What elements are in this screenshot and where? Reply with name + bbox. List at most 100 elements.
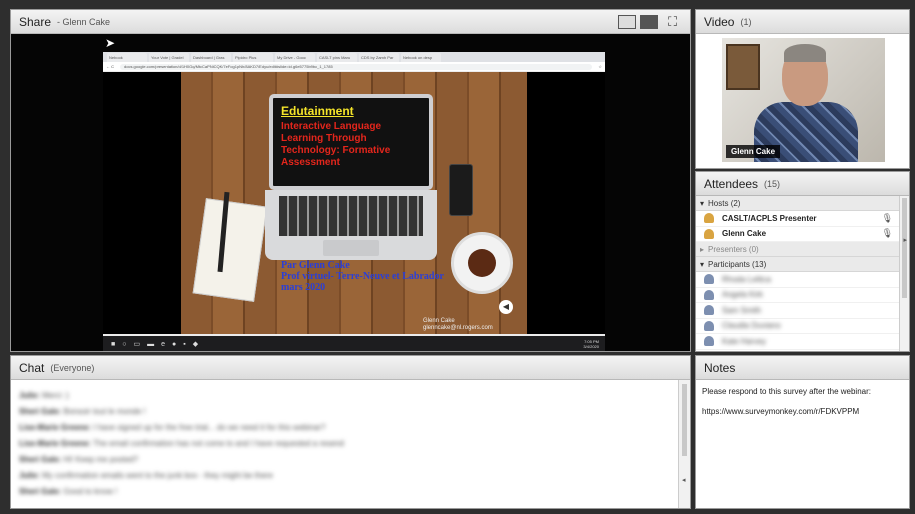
browser-url-bar: docs.google.com/presentation/d/1H0Gq/Mtc… <box>120 63 593 70</box>
chevron-down-icon: ▾ <box>700 198 705 208</box>
browser-tab[interactable]: My Drive - Gooc <box>275 53 315 62</box>
video-count: (1) <box>740 16 752 27</box>
browser-tab[interactable]: CDS by Zamh Par <box>359 53 399 62</box>
laptop-screen-image: Edutainment Interactive Language Learnin… <box>269 94 433 190</box>
notebook-image <box>192 198 268 302</box>
attendee-name: Sam Smith <box>722 305 762 315</box>
attendee-scrollbar[interactable]: ▸ <box>899 196 909 351</box>
survey-link[interactable]: https://www.surveymonkey.com/r/FDKVPPM <box>702 406 903 418</box>
person-hair <box>784 44 826 62</box>
chat-message: Julie: Merci :) <box>19 388 670 404</box>
browser-tab[interactable]: Your Vote | Gradel <box>149 53 189 62</box>
attendee-row[interactable]: Glenn Cake 🎙 <box>696 227 899 242</box>
share-pod-title: Share <box>19 14 52 29</box>
wall-picture <box>726 44 760 90</box>
chat-scrollbar[interactable]: ◂ <box>678 380 690 508</box>
chrome-icon[interactable]: ● <box>172 341 176 348</box>
share-pod-header: Share - Glenn Cake ⛶ <box>11 10 690 34</box>
chat-pod: Chat (Everyone) Julie: Merci :) Sheri Gal… <box>10 355 691 509</box>
video-pod: Video (1) Glenn Cake <box>695 9 910 169</box>
trackpad <box>323 240 379 256</box>
slide-subtitle-line: Learning Through <box>281 133 367 144</box>
webcam-feed[interactable]: Glenn Cake <box>722 38 885 162</box>
notes-line: Please respond to this survey after the … <box>702 387 871 396</box>
chat-message: Sheri Gale: Bonsoir tout le monde ! <box>19 404 670 420</box>
browser-tab[interactable]: Nebook on desp <box>401 53 441 62</box>
slide-contact-name: Glenn Cake <box>423 318 455 324</box>
browser-tab[interactable]: Nebook <box>107 53 147 62</box>
chat-sender: Julie: <box>19 391 40 400</box>
chat-sender: Lise-Marie Greene: <box>19 423 92 432</box>
chat-text: I have signed up for the free trial... d… <box>93 423 326 432</box>
participant-icon <box>704 320 714 331</box>
chat-messages: Julie: Merci :) Sheri Gale: Bonsoir tout … <box>11 380 678 508</box>
participant-icon <box>704 305 714 316</box>
microphone-icon: 🎙 <box>881 228 893 239</box>
chevron-down-icon: ▾ <box>700 259 705 269</box>
app-icon[interactable]: ◆ <box>193 340 198 348</box>
browser-tab[interactable]: Pipidro Plus <box>233 53 273 62</box>
share-view-controls: ⛶ <box>618 14 682 29</box>
speaker-icon[interactable]: ◀ <box>499 300 513 314</box>
chat-message: Sheri Gale: Hi! Keep me posted? <box>19 452 670 468</box>
star-icon: ☆ <box>598 64 602 69</box>
browser-tab[interactable]: CASLT pins Maru <box>317 53 357 62</box>
host-icon <box>704 228 714 239</box>
chevron-right-icon: ▸ <box>700 244 705 254</box>
fullscreen-icon[interactable]: ⛶ <box>668 14 682 29</box>
attendees-pod-title: Attendees <box>704 176 759 191</box>
chat-text: Merci :) <box>42 391 69 400</box>
attendee-row[interactable]: Angela Kirk <box>696 288 899 303</box>
attendee-row[interactable]: Kate Harvey <box>696 334 899 350</box>
scrollbar-thumb[interactable] <box>682 384 687 456</box>
taskbar-clock: 7:05 PM 3/4/2020 <box>583 339 605 349</box>
attendee-row[interactable]: Rhoda Lelitca <box>696 272 899 288</box>
notes-content: Please respond to this survey after the … <box>696 380 909 424</box>
group-presenters-header[interactable]: ▸ Presenters (0) <box>696 242 899 257</box>
edge-icon[interactable]: e <box>161 341 165 348</box>
attendee-row[interactable]: Claudia Duviano <box>696 319 899 334</box>
video-pod-header: Video (1) <box>696 10 909 34</box>
layout-fit-icon[interactable] <box>618 14 636 29</box>
slide-author-block: Par Glenn Cake Prof virtuel- Terre-Neuve… <box>281 260 444 293</box>
slide-contact-block: Glenn Cake glenncake@nl.rogers.com <box>423 318 493 332</box>
chat-sender: Sheri Gale: <box>19 407 62 416</box>
clock-date: 3/4/2020 <box>583 344 599 349</box>
scroll-arrow-icon[interactable]: ▸ <box>903 236 907 244</box>
search-icon[interactable]: ○ <box>122 341 126 348</box>
layout-filmstrip-icon[interactable] <box>640 14 658 29</box>
scrollbar-thumb[interactable] <box>902 198 907 298</box>
participant-icon <box>704 336 714 347</box>
participant-icon <box>704 289 714 300</box>
group-presenters-label: Presenters (0) <box>708 244 759 254</box>
attendee-name: Rhoda Lelitca <box>722 274 771 284</box>
group-participants-header[interactable]: ▾ Participants (13) <box>696 257 899 272</box>
windows-start-icon[interactable]: ■ <box>111 341 115 348</box>
chat-message: Sheri Gale: Good to know ! <box>19 484 670 500</box>
browser-address-row: ← C docs.google.com/presentation/d/1H0Gq… <box>103 62 605 71</box>
group-hosts-header[interactable]: ▾ Hosts (2) <box>696 196 899 211</box>
store-icon[interactable]: ▪ <box>183 341 185 348</box>
presentation-stage: Edutainment Interactive Language Learnin… <box>103 72 605 334</box>
share-content: Nebook Your Vote | Gradel Dashboard | Gras… <box>11 34 690 351</box>
file-explorer-icon[interactable]: ▬ <box>147 341 154 348</box>
scroll-arrow-icon[interactable]: ◂ <box>682 476 686 484</box>
share-presenter-name: - Glenn Cake <box>57 16 111 27</box>
group-participants-label: Participants (13) <box>708 259 767 269</box>
chat-pod-title: Chat <box>19 360 45 375</box>
attendee-row[interactable]: Sam Smith <box>696 303 899 319</box>
mouse-pointer-icon: ➤ <box>105 36 116 50</box>
webcam-name-label: Glenn Cake <box>726 145 781 158</box>
participant-icon <box>704 274 714 285</box>
task-view-icon[interactable]: ▭ <box>133 340 140 348</box>
connect-meeting-room: Share - Glenn Cake ⛶ Nebook Your Vote | G… <box>0 0 915 514</box>
chat-text: Bonsoir tout le monde ! <box>63 407 146 416</box>
chat-pod-header: Chat (Everyone) <box>11 356 690 380</box>
attendee-name: Angela Kirk <box>722 290 763 300</box>
attendee-name: Claudia Duviano <box>722 321 781 331</box>
attendee-row[interactable]: CASLT/ACPLS Presenter 🎙 <box>696 211 899 227</box>
coffee <box>468 249 496 277</box>
browser-tab[interactable]: Dashboard | Gras <box>191 53 231 62</box>
slide-subtitle-line: Assessment <box>281 157 340 168</box>
slide-author-line: Prof virtuel- Terre-Neuve et Labrador <box>281 271 444 282</box>
